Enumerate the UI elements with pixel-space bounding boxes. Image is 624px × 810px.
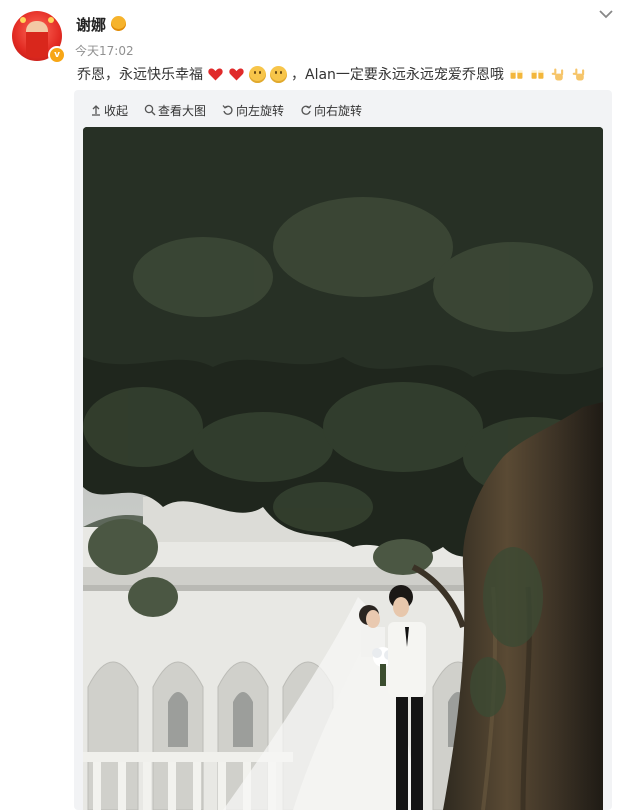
gold-medal-icon[interactable]: [111, 16, 126, 31]
rotate-left-label: 向左旋转: [236, 103, 285, 118]
rotate-left-icon: [222, 105, 233, 115]
avatar-figure-icon: [26, 21, 48, 57]
wedding-photo[interactable]: [83, 127, 603, 810]
heart-icon: [229, 67, 244, 80]
collapse-button[interactable]: 收起: [90, 102, 128, 119]
post-text: ，Alan一定要永远永远宠爱乔恩哦: [291, 67, 504, 83]
chevron-down-icon[interactable]: [596, 6, 616, 22]
search-icon: [144, 104, 156, 116]
wedding-photo-image: [83, 127, 603, 810]
collapse-label: 收起: [104, 103, 129, 118]
decoration-icon: [20, 17, 26, 23]
cheers-icon: [510, 69, 523, 79]
smile-icon: [270, 65, 287, 83]
post-text: 乔恩，永远快乐幸福: [77, 67, 203, 83]
love-hand-icon: [551, 68, 564, 80]
smile-icon: [249, 65, 266, 83]
view-large-button[interactable]: 查看大图: [144, 102, 206, 119]
post-content: 乔恩，永远快乐幸福 ，Alan一定要永远永远宠爱乔恩哦: [75, 62, 590, 86]
post-timestamp[interactable]: 今天17:02: [75, 42, 134, 59]
username[interactable]: 谢娜: [76, 14, 106, 35]
view-large-label: 查看大图: [158, 103, 207, 118]
rotate-right-button[interactable]: 向右旋转: [300, 102, 362, 119]
arrow-up-icon: [92, 105, 100, 116]
verified-icon: v: [48, 46, 66, 64]
rotate-left-button[interactable]: 向左旋转: [222, 102, 284, 119]
heart-icon: [208, 67, 223, 80]
decoration-icon: [48, 17, 54, 23]
image-toolbar: 收起 查看大图 向左旋转 向右旋转: [90, 100, 378, 120]
rotate-right-label: 向右旋转: [314, 103, 363, 118]
weibo-post: v 谢娜 今天17:02 乔恩，永远快乐幸福 ，Alan一定要永远永远宠爱乔恩哦: [0, 0, 624, 810]
love-hand-icon: [572, 68, 585, 80]
rotate-right-icon: [301, 105, 312, 115]
cheers-icon: [531, 69, 544, 79]
